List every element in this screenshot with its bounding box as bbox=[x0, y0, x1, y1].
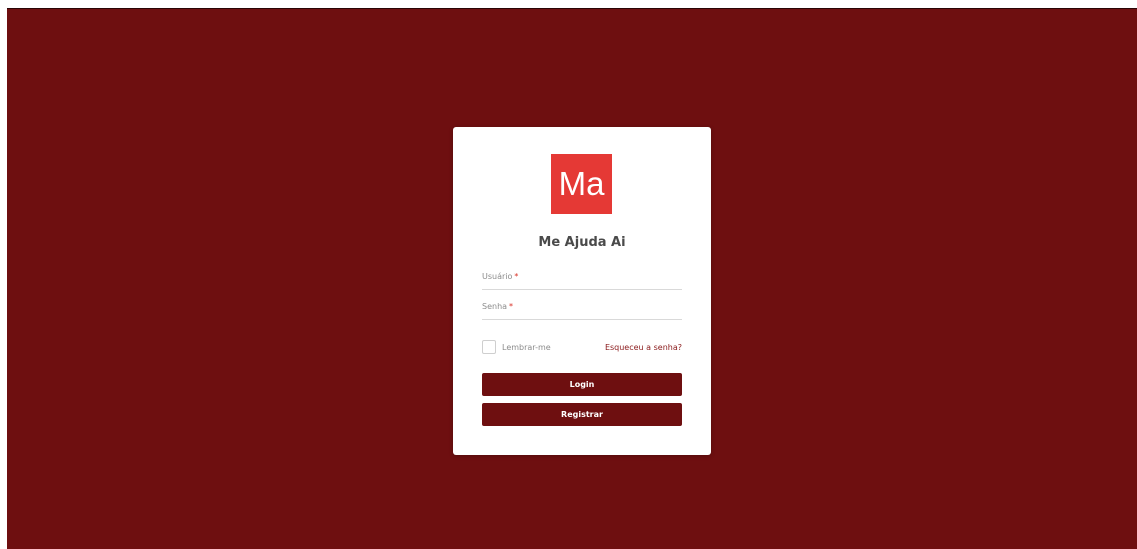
password-input[interactable] bbox=[482, 299, 682, 319]
app-title: Me Ajuda Ai bbox=[538, 235, 626, 250]
username-field[interactable]: Usuário * bbox=[482, 269, 682, 290]
password-field[interactable]: Senha * bbox=[482, 299, 682, 320]
page-background: Ma Me Ajuda Ai Usuário * Senha * Lembrar-m… bbox=[7, 8, 1137, 549]
register-button[interactable]: Registrar bbox=[482, 403, 682, 426]
login-card: Ma Me Ajuda Ai Usuário * Senha * Lembrar-m… bbox=[453, 127, 711, 455]
forgot-password-link[interactable]: Esqueceu a senha? bbox=[605, 343, 682, 352]
logo-text: Ma bbox=[558, 165, 605, 202]
remember-me-checkbox[interactable] bbox=[482, 340, 496, 354]
login-button[interactable]: Login bbox=[482, 373, 682, 396]
username-input[interactable] bbox=[482, 269, 682, 289]
app-logo: Ma bbox=[551, 154, 612, 214]
remember-me[interactable]: Lembrar-me bbox=[482, 340, 551, 354]
remember-me-label: Lembrar-me bbox=[502, 342, 551, 352]
